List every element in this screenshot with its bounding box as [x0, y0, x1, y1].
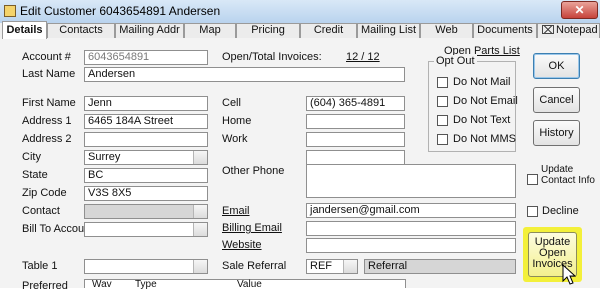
do-not-email-checkbox[interactable] — [437, 96, 448, 107]
city-dropdown-button[interactable] — [193, 151, 207, 164]
do-not-mail-label: Do Not Mail — [453, 76, 511, 88]
billing-email-field[interactable] — [306, 221, 516, 236]
grid-header-value: Value — [237, 279, 262, 290]
tab-mailing-addr[interactable]: Mailing Addr — [115, 23, 184, 38]
tab-documents[interactable]: Documents — [473, 23, 537, 38]
state-field[interactable]: BC — [84, 168, 208, 183]
contact-dropdown-button[interactable] — [193, 205, 207, 218]
city-field[interactable]: Surrey — [84, 150, 208, 165]
home-field[interactable] — [306, 114, 405, 129]
do-not-text-label: Do Not Text — [453, 114, 511, 126]
billing-email-link[interactable]: Billing Email — [222, 222, 282, 234]
do-not-text-checkbox[interactable] — [437, 115, 448, 126]
grid-header-type: Type — [135, 279, 157, 290]
preferred-label: Preferred — [22, 280, 68, 292]
bill-to-account-label: Bill To Account — [22, 223, 94, 235]
state-label: State — [22, 169, 48, 181]
account-label: Account # — [22, 51, 71, 63]
tab-credit[interactable]: Credit — [300, 23, 357, 38]
address1-label: Address 1 — [22, 115, 72, 127]
open-total-invoices-link[interactable]: 12 / 12 — [346, 51, 380, 63]
zip-code-field[interactable]: V3S 8X5 — [84, 186, 208, 201]
last-name-field[interactable]: Andersen — [84, 67, 405, 82]
tab-contacts[interactable]: Contacts — [47, 23, 115, 38]
table1-dropdown-button[interactable] — [193, 260, 207, 273]
email-field[interactable]: jandersen@gmail.com — [306, 203, 516, 218]
sale-referral-dropdown-button[interactable] — [343, 260, 357, 273]
tab-pricing[interactable]: Pricing — [236, 23, 300, 38]
ok-button[interactable]: OK — [533, 53, 580, 79]
sale-referral-description: Referral — [364, 259, 516, 274]
last-name-label: Last Name — [22, 68, 76, 80]
cell-label: Cell — [222, 97, 241, 109]
close-window-button[interactable]: ✕ — [561, 1, 598, 19]
sale-referral-code-field[interactable]: REF — [306, 259, 358, 274]
address2-label: Address 2 — [22, 133, 72, 145]
do-not-mms-label: Do Not MMS — [453, 133, 516, 145]
decline-checkbox[interactable] — [527, 206, 538, 217]
city-label: City — [22, 151, 41, 163]
address2-field[interactable] — [84, 132, 208, 147]
other-phone-field[interactable] — [306, 164, 516, 198]
table1-field[interactable] — [84, 259, 208, 274]
table1-label: Table 1 — [22, 260, 58, 272]
bill-to-dropdown-button[interactable] — [193, 223, 207, 236]
tab-details[interactable]: Details — [2, 21, 47, 39]
sale-referral-label: Sale Referral — [222, 260, 287, 272]
email-link[interactable]: Email — [222, 205, 250, 217]
tab-mailing-list[interactable]: Mailing List — [357, 23, 420, 38]
address1-field[interactable]: 6465 184A Street — [84, 114, 208, 129]
contact-field[interactable] — [84, 204, 208, 219]
update-contact-info-label: Update Contact Info — [541, 164, 595, 186]
opt-out-title: Opt Out — [434, 55, 477, 67]
first-name-field[interactable]: Jenn — [84, 96, 208, 111]
do-not-mail-checkbox[interactable] — [437, 77, 448, 88]
app-icon — [4, 5, 16, 17]
first-name-label: First Name — [22, 97, 76, 109]
extra-phone-field[interactable] — [306, 150, 405, 165]
cancel-button[interactable]: Cancel — [533, 87, 580, 113]
mouse-cursor-icon — [562, 264, 576, 285]
open-total-invoices-label: Open/Total Invoices: — [222, 51, 322, 63]
contact-label: Contact — [22, 205, 60, 217]
website-field[interactable] — [306, 238, 516, 253]
account-field[interactable]: 6043654891 — [84, 50, 208, 65]
other-phone-label: Other Phone — [222, 165, 285, 177]
window-title: Edit Customer 6043654891 Andersen — [20, 4, 221, 18]
cell-field[interactable]: (604) 365-4891 — [306, 96, 405, 111]
work-label: Work — [222, 133, 248, 145]
history-button[interactable]: History — [533, 120, 580, 146]
work-field[interactable] — [306, 132, 405, 147]
tab-web[interactable]: Web — [420, 23, 473, 38]
tab-notepad[interactable]: Notepad — [537, 23, 600, 38]
tab-map[interactable]: Map — [184, 23, 236, 38]
update-contact-info-checkbox[interactable] — [527, 174, 538, 185]
decline-label: Decline — [542, 205, 579, 217]
zip-code-label: Zip Code — [22, 187, 67, 199]
bill-to-account-field[interactable] — [84, 222, 208, 237]
sale-referral-code: REF — [310, 260, 332, 272]
home-label: Home — [222, 115, 252, 127]
envelope-icon — [542, 25, 554, 34]
website-link[interactable]: Website — [222, 239, 262, 251]
do-not-mms-checkbox[interactable] — [437, 134, 448, 145]
do-not-email-label: Do Not Email — [453, 95, 518, 107]
city-value: Surrey — [88, 151, 121, 163]
grid-header-wav: Wav — [92, 279, 112, 290]
tab-notepad-label: Notepad — [556, 24, 598, 36]
